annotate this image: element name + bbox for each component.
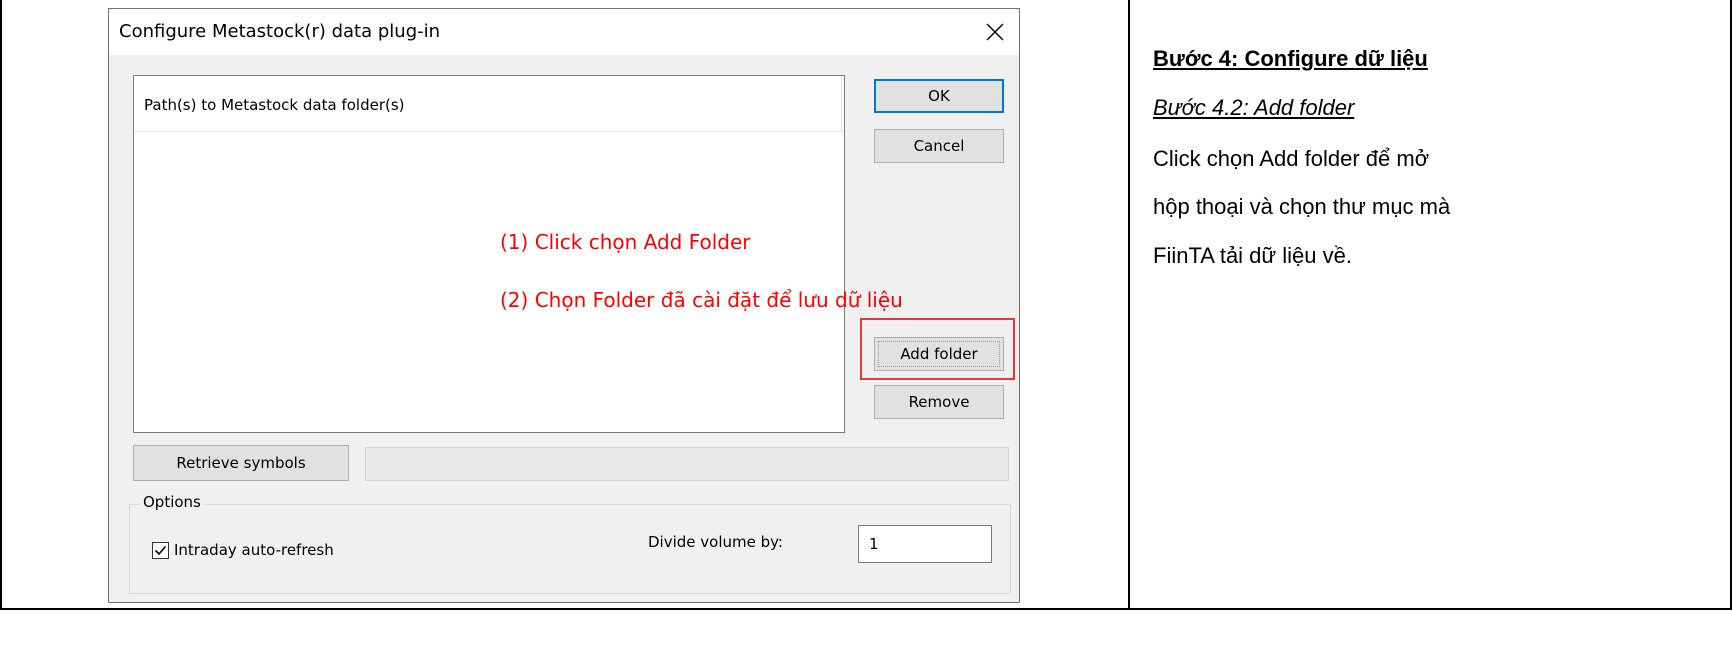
table-border-left: [0, 0, 2, 610]
intraday-label: Intraday auto-refresh: [174, 541, 334, 559]
folder-listbox[interactable]: Path(s) to Metastock data folder(s): [133, 75, 845, 433]
annotation-step-2: (2) Chọn Folder đã cài đặt để lưu dữ liệ…: [500, 288, 903, 312]
close-icon: [986, 23, 1004, 41]
remove-button-label: Remove: [908, 393, 970, 411]
instruction-line: hộp thoại và chọn thư mục mà: [1153, 194, 1451, 219]
retrieve-symbols-button[interactable]: Retrieve symbols: [133, 445, 349, 481]
add-folder-highlight: [860, 318, 1015, 380]
divide-volume-label: Divide volume by:: [648, 533, 783, 551]
ok-button-label: OK: [928, 87, 950, 105]
instructions-subheading: Bước 4.2: Add folder: [1153, 95, 1355, 120]
intraday-checkbox[interactable]: [152, 542, 169, 559]
dialog-title: Configure Metastock(r) data plug-in: [119, 21, 441, 42]
options-group: Options Intraday auto-refresh Divide vol…: [129, 493, 1011, 594]
instructions-heading: Bước 4: Configure dữ liệu: [1153, 46, 1428, 71]
list-column-header: Path(s) to Metastock data folder(s): [134, 76, 844, 132]
options-group-label: Options: [140, 493, 204, 511]
remove-button[interactable]: Remove: [874, 385, 1004, 419]
instruction-line: FiinTA tải dữ liệu về.: [1153, 243, 1352, 268]
progress-bar: [365, 447, 1009, 481]
list-header-label: Path(s) to Metastock data folder(s): [144, 96, 405, 114]
instruction-line: Click chọn Add folder để mở: [1153, 146, 1430, 171]
dialog-titlebar: Configure Metastock(r) data plug-in: [109, 9, 1019, 55]
close-button[interactable]: [975, 15, 1015, 49]
retrieve-symbols-label: Retrieve symbols: [176, 454, 306, 472]
cancel-button[interactable]: Cancel: [874, 129, 1004, 163]
table-column-divider: [1128, 0, 1130, 610]
check-icon: [154, 545, 167, 556]
list-column-separator: [841, 76, 842, 131]
divide-volume-input[interactable]: [858, 525, 992, 563]
table-border-bottom: [0, 608, 1732, 610]
annotation-step-1: (1) Click chọn Add Folder: [500, 230, 751, 254]
cancel-button-label: Cancel: [913, 137, 965, 155]
ok-button[interactable]: OK: [874, 79, 1004, 113]
